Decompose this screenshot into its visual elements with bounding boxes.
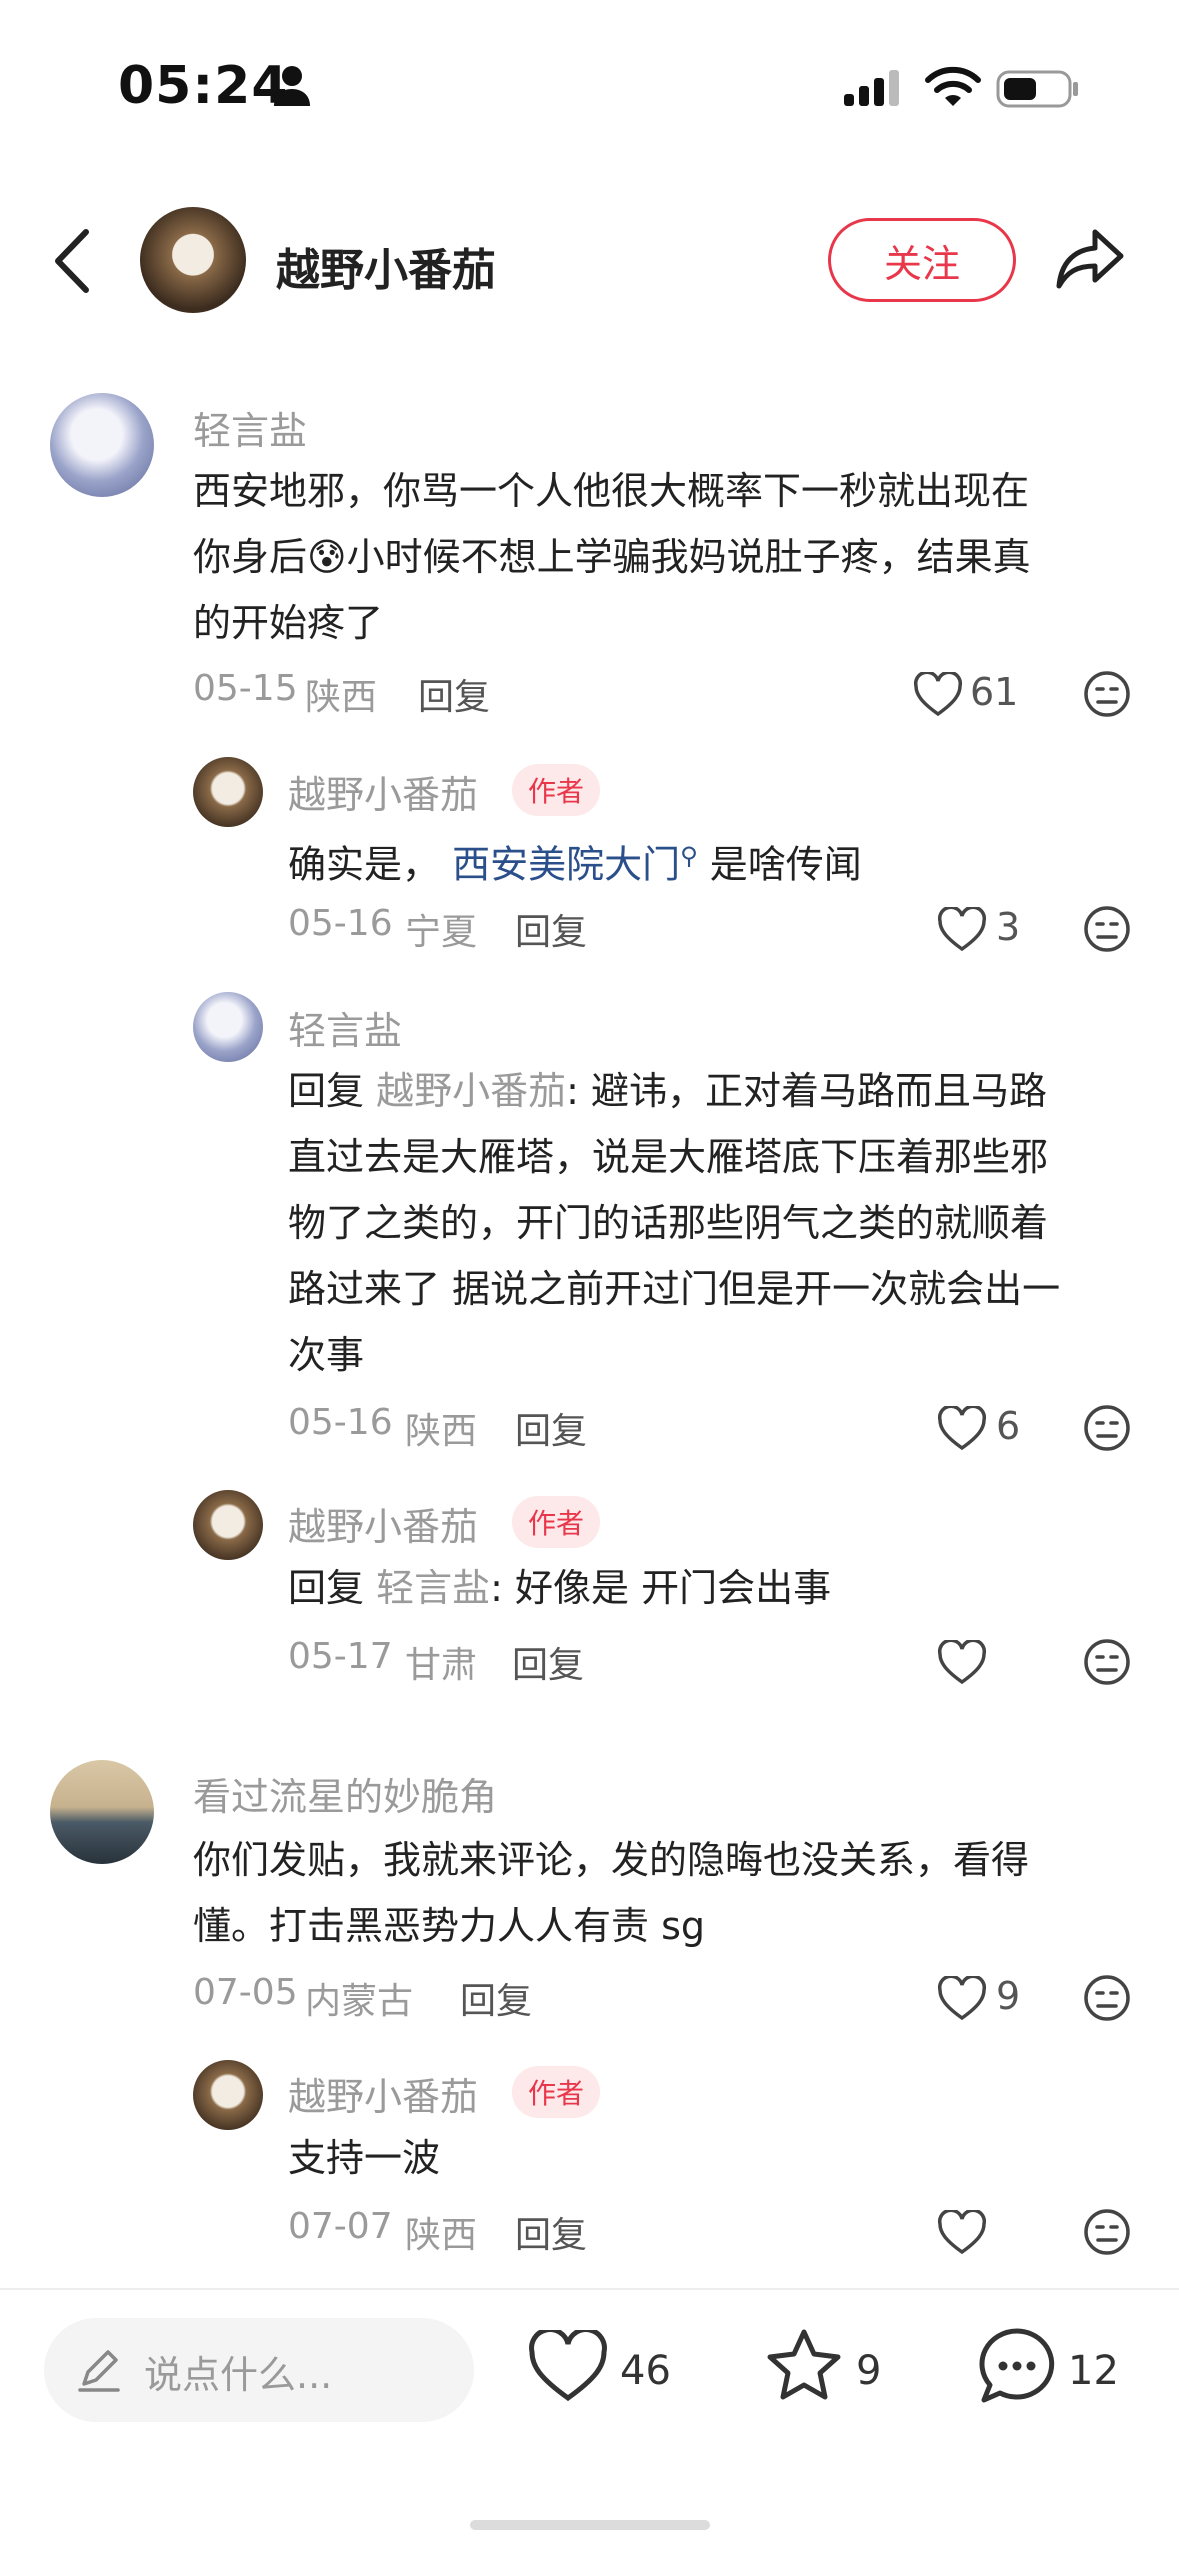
comment-text: 你身后😰小时候不想上学骗我妈说肚子疼，结果真 (193, 535, 1031, 579)
heart-icon[interactable] (937, 2210, 987, 2256)
post-like-count: 46 (620, 2348, 671, 2394)
avatar[interactable] (193, 992, 263, 1062)
avatar[interactable] (193, 757, 263, 827)
like-count: 9 (996, 1974, 1021, 2018)
reply-location: 陕西 (405, 2215, 478, 2256)
home-indicator (470, 2520, 710, 2530)
heart-icon[interactable] (937, 907, 987, 953)
comment-date: 05-15 (193, 668, 298, 709)
reply-text: 支持一波 (288, 2136, 441, 2180)
avatar[interactable] (50, 1760, 154, 1864)
like-count: 6 (996, 1404, 1021, 1448)
author-avatar[interactable] (140, 207, 246, 313)
avatar[interactable] (50, 393, 154, 497)
reply-text: 回复 越野小番茄: 避讳，正对着马路而且马路 (288, 1069, 1048, 1113)
battery-icon (996, 70, 1078, 108)
heart-icon[interactable] (913, 672, 963, 718)
comment-date: 07-05 (193, 1972, 298, 2013)
comment-username[interactable]: 看过流星的妙脆角 (193, 1766, 497, 1821)
post-comment-count: 12 (1068, 2348, 1119, 2394)
reply-username[interactable]: 越野小番茄 (288, 1496, 478, 1551)
post-favorite-count: 9 (856, 2348, 882, 2394)
reply-date: 07-07 (288, 2206, 393, 2247)
comment-text: 西安地邪，你骂一个人他很大概率下一秒就出现在 (193, 469, 1030, 513)
reply-text: 物了之类的，开门的话那些阴气之类的就顺着 (288, 1201, 1049, 1245)
comment-username[interactable]: 轻言盐 (193, 400, 307, 455)
reply-button[interactable]: 回复 (512, 1636, 584, 1688)
emoji-face-icon[interactable] (1083, 905, 1131, 953)
reply-date: 05-16 (288, 903, 393, 944)
wifi-icon (925, 66, 981, 106)
comment-input-placeholder[interactable]: 说点什么... (144, 2344, 332, 2399)
emoji-face-icon[interactable] (1083, 670, 1131, 718)
reply-text: 次事 (288, 1333, 365, 1377)
author-tag: 作者 (512, 2066, 601, 2118)
reply-date: 05-16 (288, 1402, 393, 1443)
like-heart-icon[interactable] (528, 2330, 608, 2404)
reply-text: 直过去是大雁塔，说是大雁塔底下压着那些邪 (288, 1135, 1049, 1179)
reply-location: 陕西 (405, 1411, 478, 1452)
status-time: 05:24 (118, 56, 289, 116)
search-icon: ⚲ (680, 842, 698, 870)
emoji-face-icon[interactable] (1083, 1404, 1131, 1452)
reply-username[interactable]: 轻言盐 (288, 1000, 402, 1055)
like-count: 3 (996, 905, 1021, 949)
reply-username[interactable]: 越野小番茄 (288, 2066, 478, 2121)
reply-button[interactable]: 回复 (515, 1402, 587, 1454)
author-name[interactable]: 越野小番茄 (276, 234, 496, 298)
reply-text: 路过来了 据说之前开过门但是开一次就会出一 (288, 1267, 1061, 1311)
author-tag: 作者 (512, 1496, 601, 1548)
reply-text: 回复 轻言盐: 好像是 开门会出事 (288, 1566, 832, 1610)
comment-bubble-icon[interactable] (976, 2326, 1058, 2408)
reply-button[interactable]: 回复 (418, 668, 490, 720)
reply-username[interactable]: 越野小番茄 (288, 764, 478, 819)
topic-link[interactable]: 西安美院大门 (452, 843, 680, 887)
back-chevron-icon[interactable] (50, 228, 94, 294)
heart-icon[interactable] (937, 1406, 987, 1452)
heart-icon[interactable] (937, 1640, 987, 1686)
avatar[interactable] (193, 1490, 263, 1560)
comment-text: 的开始疼了 (193, 601, 384, 645)
comment-location: 内蒙古 (305, 1981, 414, 2022)
comment-text: 你们发贴，我就来评论，发的隐晦也没关系，看得 (193, 1838, 1030, 1882)
bottom-divider (0, 2288, 1179, 2290)
reply-button[interactable]: 回复 (515, 903, 587, 955)
like-count: 61 (970, 670, 1019, 714)
person-icon (274, 66, 310, 106)
reply-location: 宁夏 (405, 912, 478, 953)
pencil-icon (78, 2350, 120, 2392)
comment-text: 懂。打击黑恶势力人人有责 sg (193, 1904, 705, 1948)
share-icon[interactable] (1055, 226, 1125, 292)
star-icon[interactable] (764, 2326, 844, 2406)
reply-to-user[interactable]: 轻言盐 (376, 1566, 490, 1610)
cellular-signal-icon (844, 70, 899, 106)
reply-text: 确实是， 西安美院大门⚲ 是啥传闻 (288, 842, 862, 887)
follow-button[interactable]: 关注 (828, 218, 1016, 302)
author-tag: 作者 (512, 764, 601, 816)
reply-date: 05-17 (288, 1636, 393, 1677)
reply-button[interactable]: 回复 (515, 2206, 587, 2258)
avatar[interactable] (193, 2060, 263, 2130)
emoji-face-icon[interactable] (1083, 1974, 1131, 2022)
reply-button[interactable]: 回复 (460, 1972, 532, 2024)
heart-icon[interactable] (937, 1976, 987, 2022)
comment-location: 陕西 (305, 677, 378, 718)
emoji-face-icon[interactable] (1083, 2208, 1131, 2256)
emoji-face-icon[interactable] (1083, 1638, 1131, 1686)
reply-location: 甘肃 (405, 1645, 478, 1686)
reply-to-user[interactable]: 越野小番茄 (376, 1069, 566, 1113)
